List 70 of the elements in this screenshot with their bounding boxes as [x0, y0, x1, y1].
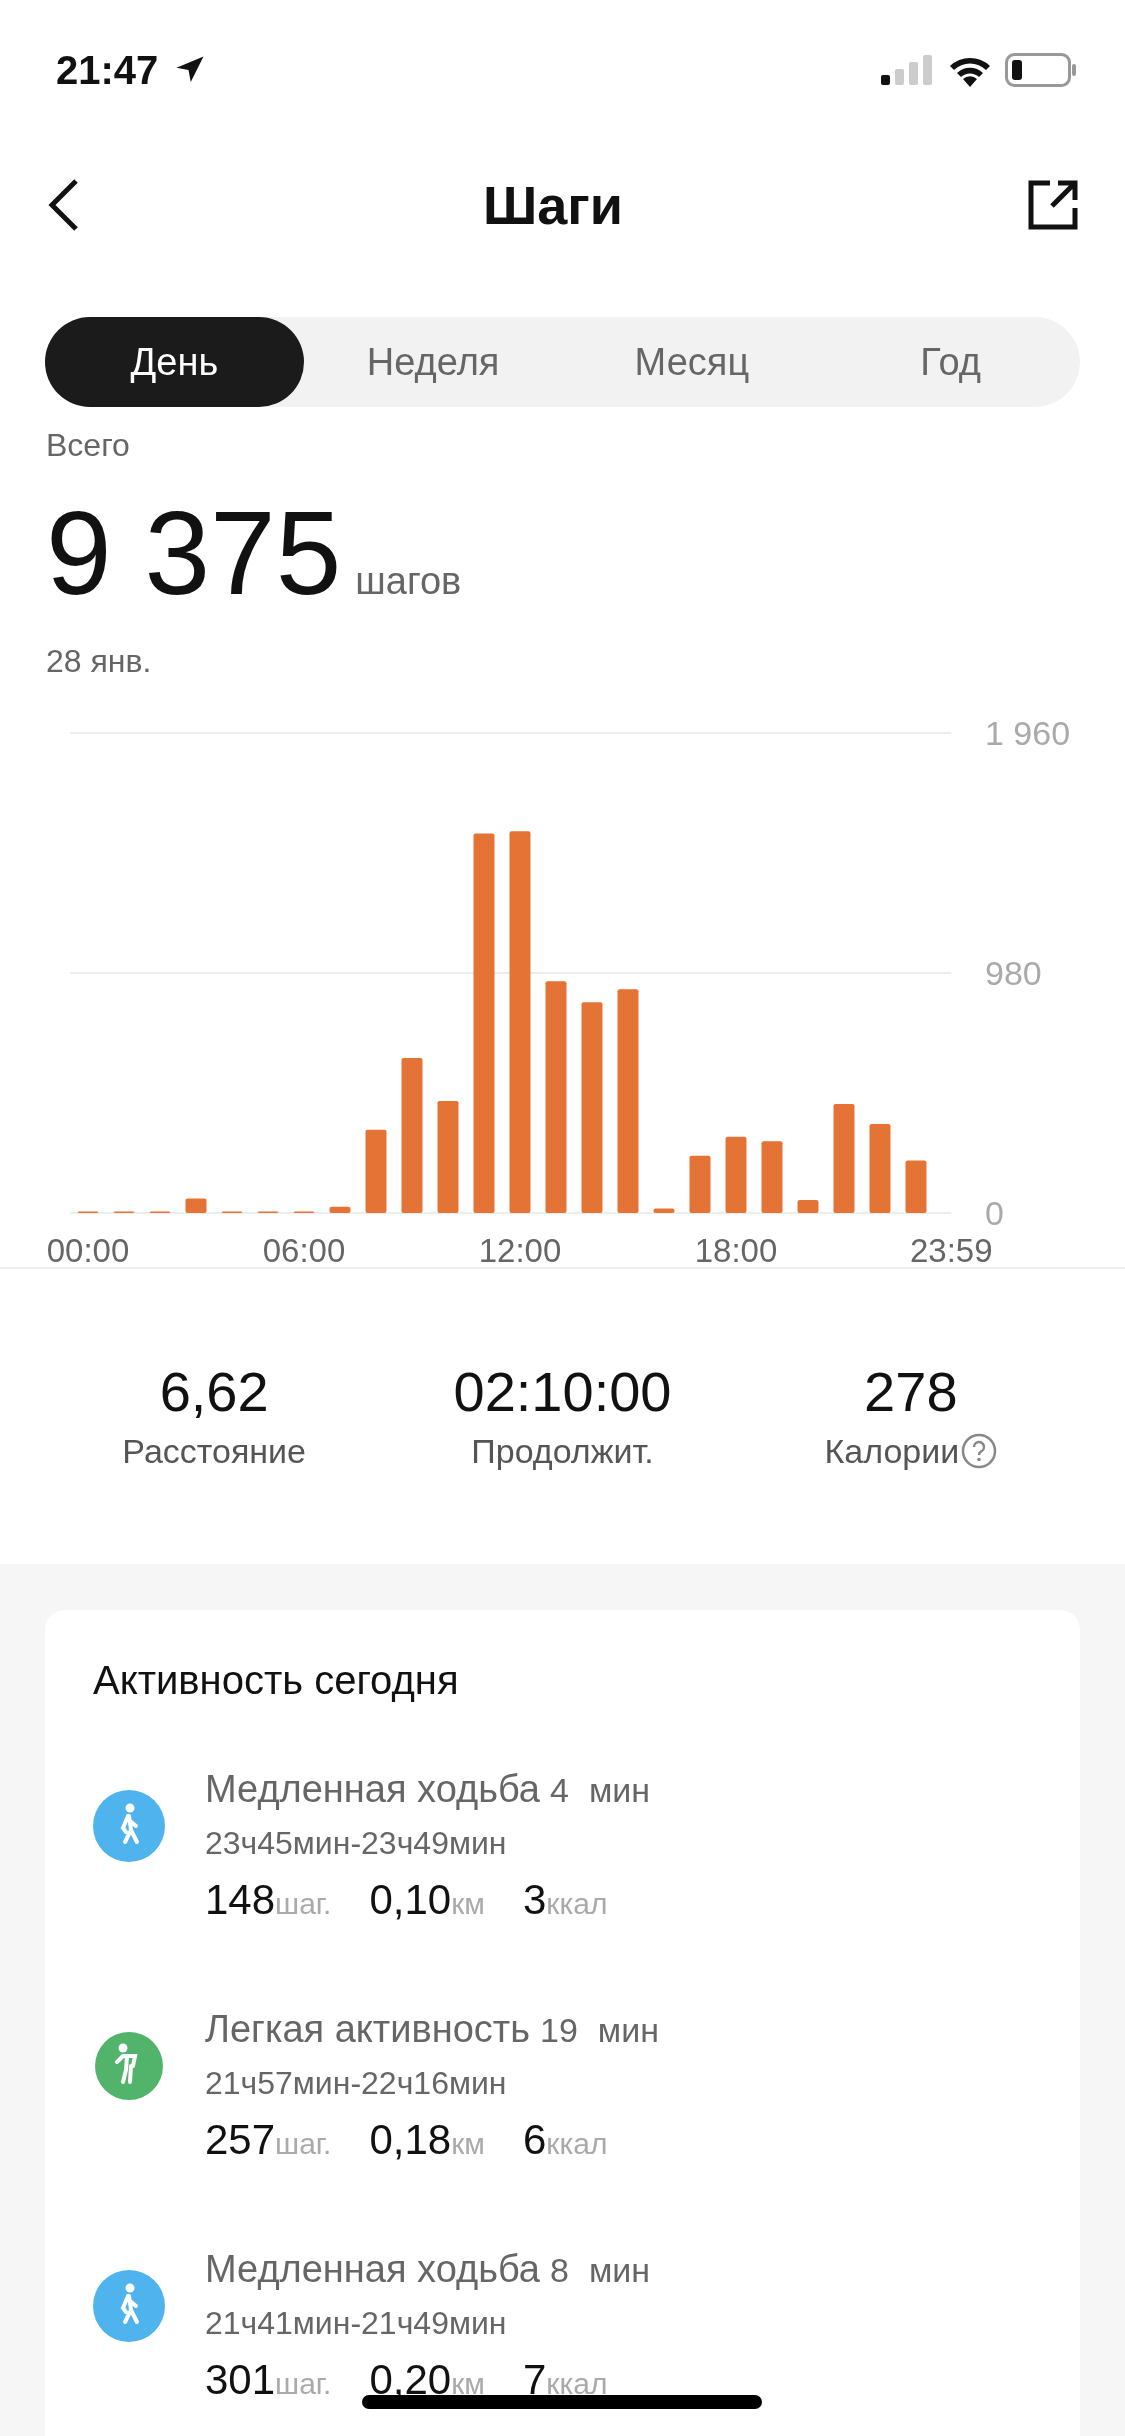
- distance-value: 0,18: [369, 2115, 452, 2164]
- distance-value: 0,20: [369, 2355, 452, 2404]
- duration-unit: мин: [588, 1770, 651, 1810]
- step-bar: [797, 1199, 819, 1213]
- activity-duration: 4: [549, 1770, 569, 1810]
- x-axis-label: 12:00: [478, 1231, 562, 1267]
- distance-unit: км: [451, 1886, 485, 1921]
- stat-label: Расстояние: [122, 1431, 306, 1471]
- distance-unit: км: [451, 2366, 485, 2401]
- time-range: 21ч41мин-21ч49мин: [205, 2304, 508, 2342]
- x-axis-label: 00:00: [46, 1231, 130, 1267]
- steps-unit: шаг.: [275, 2126, 332, 2161]
- step-bar: [329, 1206, 351, 1213]
- calories-unit: ккал: [546, 2366, 608, 2401]
- back-icon[interactable]: [48, 178, 80, 232]
- distance-unit: км: [451, 2126, 485, 2161]
- duration-unit: мин: [588, 2250, 651, 2290]
- period-tab[interactable]: Месяц: [562, 317, 822, 407]
- stat-label: Калории: [824, 1431, 960, 1471]
- x-axis-label: 23:59: [910, 1231, 993, 1267]
- time-range: 21ч57мин-22ч16мин: [205, 2064, 508, 2102]
- step-bar: [653, 1208, 675, 1213]
- card-title: Активность сегодня: [93, 1657, 460, 1703]
- date-label: 28 янв.: [46, 642, 153, 680]
- battery-icon: [1005, 53, 1077, 87]
- y-axis-label: 980: [985, 953, 1042, 992]
- stretching-person-icon: [93, 2029, 165, 2102]
- screen-title: Шаги: [483, 174, 623, 236]
- stat-label: Продолжит.: [471, 1431, 654, 1471]
- steps-value: 257: [205, 2115, 276, 2164]
- activity-name: Легкая активность: [205, 2007, 530, 2051]
- step-bar: [689, 1155, 711, 1213]
- step-bar: [905, 1160, 927, 1213]
- help-icon[interactable]: [961, 1433, 998, 1470]
- distance-value: 0,10: [369, 1875, 452, 1924]
- y-axis-label: 1 960: [985, 721, 1071, 752]
- step-bar: [761, 1141, 783, 1213]
- calories-unit: ккал: [546, 1886, 608, 1921]
- steps-value: 148: [205, 1875, 276, 1924]
- stat-value: 278: [864, 1358, 958, 1424]
- step-total: 9 375: [46, 489, 342, 619]
- x-axis-label: 06:00: [262, 1231, 346, 1267]
- calories-value: 7: [522, 2355, 547, 2404]
- status-time: 21:47: [56, 47, 159, 93]
- calories-value: 6: [522, 2115, 547, 2164]
- steps-unit: шаг.: [275, 1886, 332, 1921]
- activity-duration: 19: [540, 2010, 578, 2050]
- time-range: 23ч45мин-23ч49мин: [205, 1824, 508, 1862]
- stat-value: 02:10:00: [453, 1358, 672, 1424]
- step-unit: шагов: [355, 560, 462, 603]
- activity-name: Медленная ходьба: [205, 2247, 540, 2291]
- duration-unit: мин: [597, 2010, 659, 2050]
- activity-name: Медленная ходьба: [205, 1767, 540, 1811]
- walking-person-icon: [93, 2269, 165, 2342]
- stat-value: 6,62: [159, 1358, 269, 1424]
- activity-duration: 8: [549, 2250, 569, 2290]
- x-axis-label: 18:00: [694, 1231, 778, 1267]
- period-tab[interactable]: Год: [821, 317, 1080, 407]
- total-label: Всего: [46, 427, 131, 464]
- share-icon[interactable]: [1026, 178, 1080, 232]
- calories-unit: ккал: [546, 2126, 608, 2161]
- period-tab[interactable]: День: [45, 317, 304, 407]
- steps-unit: шаг.: [275, 2366, 332, 2401]
- period-tab[interactable]: Неделя: [303, 317, 563, 407]
- signal-icon: [881, 55, 935, 85]
- y-axis-label: 0: [985, 1193, 1004, 1232]
- step-bar: [185, 1198, 207, 1213]
- walking-person-icon: [93, 1789, 165, 1862]
- calories-value: 3: [522, 1875, 547, 1924]
- steps-value: 301: [205, 2355, 276, 2404]
